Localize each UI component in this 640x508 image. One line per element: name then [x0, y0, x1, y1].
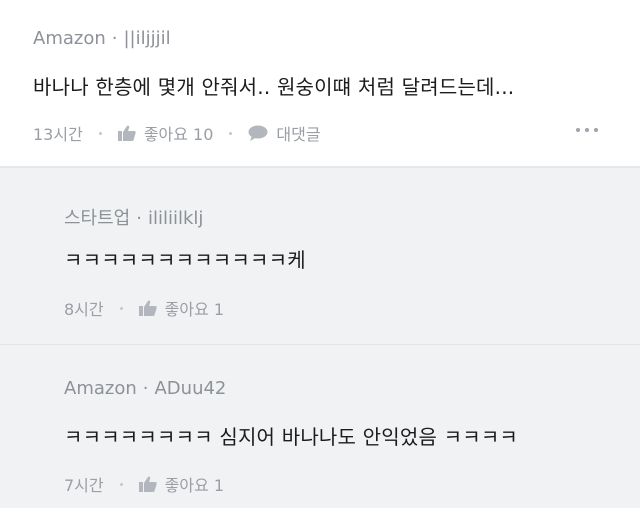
- separator-dot: [119, 482, 123, 486]
- thumbs-up-icon: [138, 300, 157, 316]
- reply-button[interactable]: 대댓글: [248, 121, 321, 145]
- thumbs-up-icon: [117, 125, 136, 141]
- reply-actions: 7시간 좋아요 1: [64, 472, 224, 496]
- like-count-label: 좋아요 10: [143, 125, 214, 144]
- reply-label: 대댓글: [276, 125, 321, 144]
- separator-dot: [98, 131, 102, 135]
- author-name[interactable]: Amazon: [33, 28, 106, 49]
- like-button[interactable]: 좋아요 1: [138, 472, 225, 496]
- reply-time: 8시간: [64, 300, 104, 319]
- like-count-label: 좋아요 1: [164, 476, 225, 495]
- comment-item: Amazon · ||iljjjil 바나나 한층에 몇개 안줘서.. 원숭이떄 처…: [0, 0, 640, 166]
- comment-time: 13시간: [33, 125, 83, 144]
- reply-actions: 8시간 좋아요 1: [64, 296, 224, 320]
- thumbs-up-icon: [138, 476, 157, 492]
- speech-bubble-icon: [248, 125, 268, 141]
- like-button[interactable]: 좋아요 1: [138, 296, 225, 320]
- separator-dot: [119, 306, 123, 310]
- comment-text: 바나나 한층에 몇개 안줘서.. 원숭이떄 처럼 달려드는데...: [33, 75, 515, 99]
- author-handle[interactable]: ADuu42: [154, 378, 226, 399]
- author-name[interactable]: Amazon: [64, 378, 137, 399]
- reply-text: ㅋㅋㅋㅋㅋㅋㅋㅋ 심지어 바나나도 안익었음 ㅋㅋㅋㅋ: [64, 425, 519, 449]
- reply-meta: 스타트업 · ililiilklj: [64, 204, 203, 230]
- like-count-label: 좋아요 1: [164, 300, 225, 319]
- author-handle[interactable]: ililiilklj: [148, 208, 203, 229]
- reply-time: 7시간: [64, 476, 104, 495]
- reply-text: ㅋㅋㅋㅋㅋㅋㅋㅋㅋㅋㅋㅋ케: [64, 248, 306, 272]
- reply-meta: Amazon · ADuu42: [64, 378, 226, 399]
- more-options-icon[interactable]: [576, 128, 598, 132]
- meta-separator: ·: [142, 378, 149, 399]
- author-name[interactable]: 스타트업: [64, 208, 130, 229]
- meta-separator: ·: [136, 208, 142, 229]
- reply-item: 스타트업 · ililiilklj ㅋㅋㅋㅋㅋㅋㅋㅋㅋㅋㅋㅋ케 8시간 좋아요 1: [0, 168, 640, 343]
- like-button[interactable]: 좋아요 10: [117, 121, 214, 145]
- author-handle[interactable]: ||iljjjil: [123, 28, 170, 49]
- meta-separator: ·: [111, 28, 118, 49]
- comment-actions: 13시간 좋아요 10 대댓글: [33, 121, 321, 145]
- reply-item: Amazon · ADuu42 ㅋㅋㅋㅋㅋㅋㅋㅋ 심지어 바나나도 안익었음 ㅋㅋㅋ…: [0, 344, 640, 508]
- separator-dot: [229, 131, 233, 135]
- comment-meta: Amazon · ||iljjjil: [33, 28, 171, 49]
